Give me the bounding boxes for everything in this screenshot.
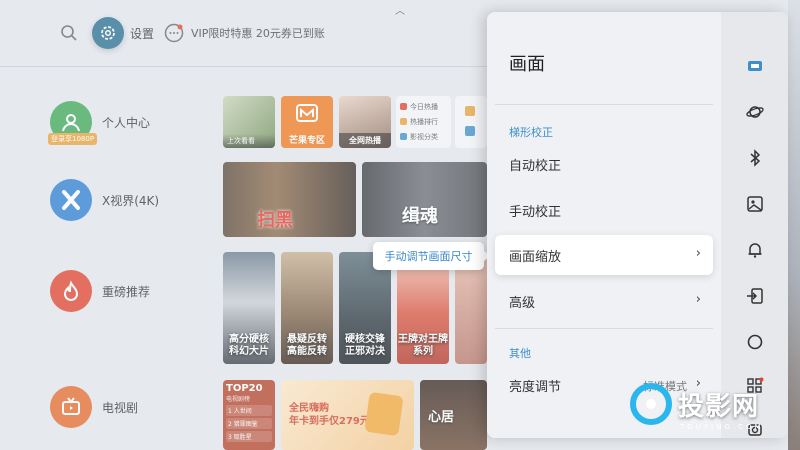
banner-text: 全民嗨购 年卡到手仅279元 [289,403,370,427]
category-label: X视界(4K) [102,193,160,208]
list-item: 影视分类 [400,129,447,144]
ranking-icon [400,118,407,125]
watermark-logo-icon [630,383,672,425]
divider [0,66,487,67]
menu-label: 画面缩放 [509,249,562,265]
menu-item-picture-zoom[interactable]: 画面缩放 › [495,235,713,275]
flame-icon [50,270,92,312]
v-logo-icon [364,391,404,437]
menu-label: 手动校正 [509,204,562,220]
category-label: 重磅推荐 [102,284,151,299]
partial-tile[interactable] [455,96,487,148]
chevron-right-icon: › [695,246,701,261]
menu-item-manual-correct[interactable]: 手动校正 [495,190,713,230]
poster-caption: 高分硬核 科幻大片 [229,334,269,357]
menu-label: 高级 [509,295,536,311]
shop-icon [465,106,475,116]
search-icon[interactable] [60,24,78,42]
section-label-other: 其他 [509,347,531,360]
poster-caption: 硬核交锋 正邪对决 [345,334,385,357]
category-featured[interactable]: 重磅推荐 [50,268,220,314]
category-label: 个人中心 [102,115,151,130]
promo-text: VIP限时特惠 20元券已到账 [191,27,325,40]
category-x-vision[interactable]: X视界(4K) [50,177,220,223]
tile-caption: 芒果专区 [288,136,325,146]
gear-icon [92,17,124,49]
tile-caption: 全网热播 [339,133,391,148]
user-icon: 登录享1080P [48,101,98,145]
image-icon[interactable] [745,194,765,214]
watermark-subtext: TOUYING.COM [680,423,764,431]
mango-zone-tile[interactable]: 芒果专区 [281,96,333,148]
hot-tile[interactable]: 全网热播 [339,96,391,148]
list-item: 3 取胜星 [226,431,272,442]
bluetooth-icon[interactable] [745,148,765,168]
chevron-up-icon[interactable]: ︿ [392,2,408,17]
menu-item-advanced[interactable]: 高级 › [495,281,713,321]
menu-item-auto-correct[interactable]: 自动校正 [495,144,713,184]
drama-tile[interactable]: 心居 [420,380,487,450]
list-item: 1 人世间 [226,405,272,416]
movie-title: 缉魂 [402,206,438,227]
watermark-text: 投影网 [678,391,760,422]
hot-list-tile[interactable]: 今日热播 热播排行 影视分类 [396,96,451,148]
top20-tile[interactable]: TOP20 电视剧榜 1 人世间 2 猎罪图鉴 3 取胜星 [223,380,275,450]
bell-icon[interactable] [745,240,765,260]
settings-button[interactable]: 设置 [92,16,156,50]
category-personal-center[interactable]: 登录享1080P 个人中心 [48,99,220,145]
menu-label: 自动校正 [509,158,562,174]
settings-label: 设置 [130,26,155,41]
chevron-right-icon: › [695,292,701,307]
category-label: 电视剧 [102,400,139,415]
movie-tile-1[interactable]: 扫黑 [223,162,356,237]
poster-tile-2[interactable]: 悬疑反转 高能反转 [281,252,333,364]
top20-title: TOP20 [226,383,263,394]
site-watermark: 投影网 TOUYING.COM [630,383,761,431]
recent-tile[interactable]: 上次看看 [223,96,275,148]
list-item: 今日热播 [400,99,447,114]
movie-tile-2[interactable]: 缉魂 [362,162,487,237]
menu-label: 亮度调节 [509,379,562,395]
list-item: 热播排行 [400,114,447,129]
circle-icon[interactable] [745,332,765,352]
tile-caption: 上次看看 [223,134,275,148]
hint-tooltip: 手动调节画面尺寸 [373,242,490,270]
background-edge [788,0,800,450]
list-item: 2 猎罪图鉴 [226,418,272,429]
poster-tile-1[interactable]: 高分硬核 科幻大片 [223,252,275,364]
promo-banner-tile[interactable]: 全民嗨购 年卡到手仅279元 [281,380,414,450]
poster-caption: 悬疑反转 高能反转 [287,334,327,357]
vip-promo[interactable]: VIP限时特惠 20元券已到账 [163,22,325,44]
top20-subtitle: 电视剧榜 [226,396,251,403]
mango-logo-icon [296,104,318,122]
picture-settings-panel: 画面 梯形校正 自动校正 手动校正 画面缩放 › 高级 › 其他 亮度调节 标准… [487,12,788,438]
input-source-icon[interactable] [745,286,765,306]
message-icon [163,22,185,44]
panel-title: 画面 [509,54,545,75]
grid-icon [465,126,475,136]
movie-title: 扫黑 [257,210,293,231]
category-tv-series[interactable]: 电视剧 [50,384,220,430]
category-icon [400,133,407,140]
fire-icon [400,103,407,110]
divider [495,104,713,105]
planet-icon[interactable] [745,102,765,122]
tv-icon [50,386,92,428]
divider [495,328,713,329]
login-badge: 登录享1080P [48,133,98,145]
panel-menu: 画面 梯形校正 自动校正 手动校正 画面缩放 › 高级 › 其他 亮度调节 标准… [487,12,721,438]
drama-title: 心居 [428,410,455,425]
panel-side-nav [721,12,788,438]
x-logo-icon [50,179,92,221]
tv-home-screen: ︿ 设置 VIP限时特惠 20元券已到账 登录享1080P 个人中心 X视界(4… [0,0,800,450]
poster-caption: 王牌对王牌 系列 [398,334,448,357]
picture-icon[interactable] [745,56,765,76]
section-label-keystone: 梯形校正 [509,126,553,139]
